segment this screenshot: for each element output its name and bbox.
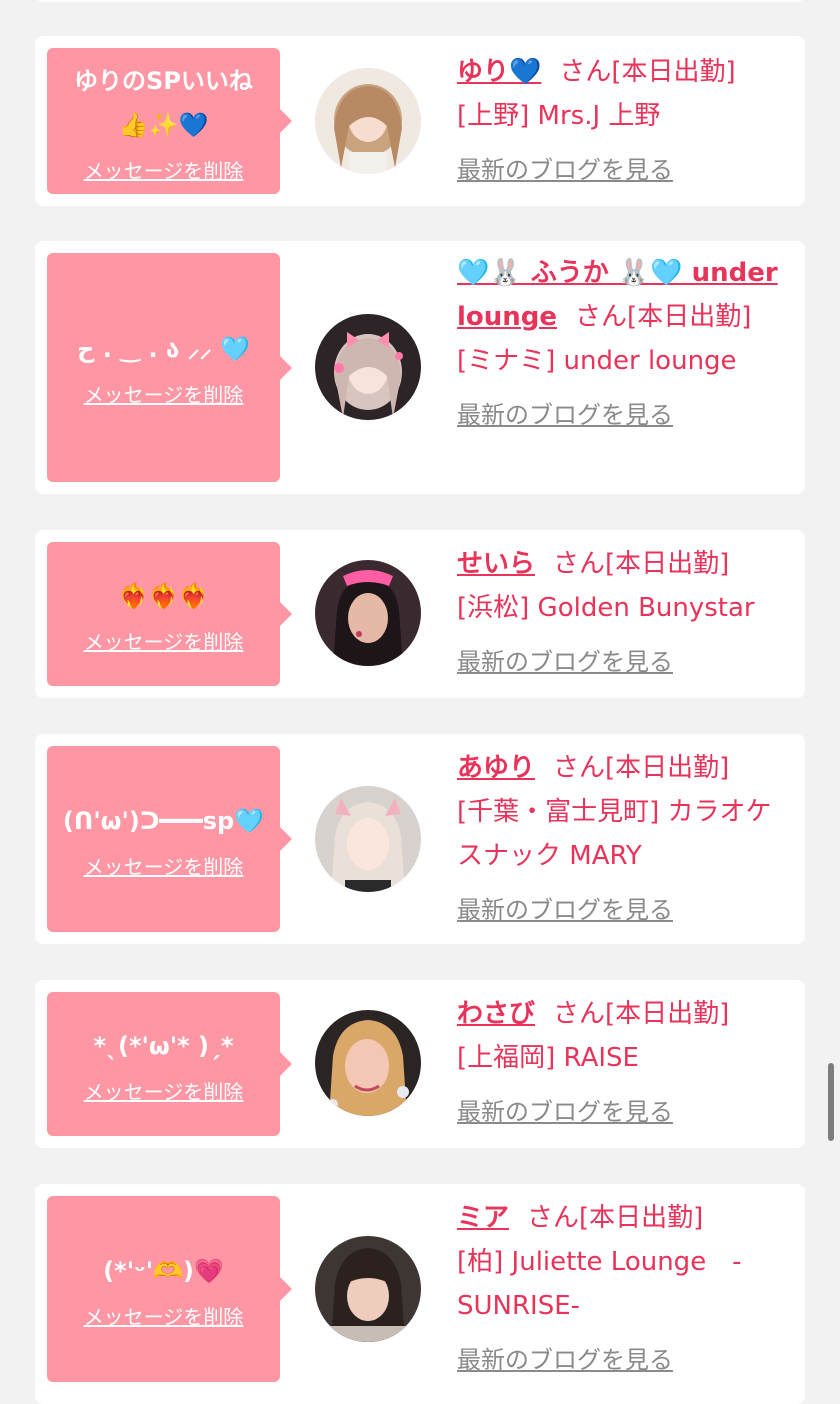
delete-message-link[interactable]: メッセージを削除 [84,1301,244,1330]
shop-text: [千葉・富士見町] カラオケスナック MARY [457,797,772,871]
message-bubble: (ᑎ'ω')ᑐ━━━sp🩵 メッセージを削除 [47,746,292,932]
cast-info: あゆり さん[本日出勤] [千葉・富士見町] カラオケスナック MARY 最新のブ… [457,746,785,932]
shop-text: [ミナミ] under lounge [457,346,737,376]
message-text: (ᑎ'ω')ᑐ━━━sp🩵 [62,806,265,835]
blog-link[interactable]: 最新のブログを見る [457,393,673,437]
blog-link[interactable]: 最新のブログを見る [457,888,673,932]
delete-message-link[interactable]: メッセージを削除 [84,379,244,408]
cast-info: 🩵🐰 ふうか 🐰🩵 under lounge さん[本日出勤] [ミナミ] und… [457,251,785,437]
scrollbar[interactable] [828,1063,834,1141]
cast-name-link[interactable]: せいら [457,549,535,579]
message-bubble: ح . ‿ . ა ⸝⸝ 🩵 メッセージを削除 [47,253,292,482]
status-text: さん[本日出勤] [559,57,736,87]
message-card: ❤️‍🔥❤️‍🔥❤️‍🔥 メッセージを削除 せいら さん[本日出勤] [浜松] G… [35,530,805,698]
message-card: ح . ‿ . ა ⸝⸝ 🩵 メッセージを削除 🩵🐰 ふうか 🐰🩵 under … [35,241,805,494]
message-bubble: ゆりのSPいいね 👍✨💙 メッセージを削除 [47,48,292,194]
status-text: さん[本日出勤] [553,549,730,579]
message-bubble: *ˎ(*'ω'* )ˏ* メッセージを削除 [47,992,292,1136]
cast-name-link[interactable]: ゆり💙 [457,57,541,87]
avatar[interactable] [315,560,421,666]
cast-info: せいら さん[本日出勤] [浜松] Golden Bunystar 最新のブログを… [457,542,785,684]
delete-message-link[interactable]: メッセージを削除 [84,1076,244,1105]
message-card: (*'ᵕ'🫶)💗 メッセージを削除 ミア さん[本日出勤] [柏] Juliett… [35,1184,805,1404]
status-text: さん[本日出勤] [553,999,730,1029]
shop-text: [上福岡] RAISE [457,1043,639,1073]
cast-info: わさび さん[本日出勤] [上福岡] RAISE 最新のブログを見る [457,992,785,1134]
message-bubble: ❤️‍🔥❤️‍🔥❤️‍🔥 メッセージを削除 [47,542,292,686]
message-text: ❤️‍🔥❤️‍🔥❤️‍🔥 [118,581,209,610]
status-text: さん[本日出勤] [527,1203,704,1233]
cast-name-link[interactable]: ミア [457,1203,509,1233]
shop-text: [上野] Mrs.J 上野 [457,101,661,131]
previous-card-edge [35,0,805,2]
avatar[interactable] [315,1010,421,1116]
message-text: (*'ᵕ'🫶)💗 [103,1256,224,1285]
avatar[interactable] [315,786,421,892]
blog-link[interactable]: 最新のブログを見る [457,640,673,684]
blog-link[interactable]: 最新のブログを見る [457,148,673,192]
status-text: さん[本日出勤] [553,753,730,783]
status-text: さん[本日出勤] [575,302,752,332]
avatar[interactable] [315,68,421,174]
message-card: *ˎ(*'ω'* )ˏ* メッセージを削除 わさび さん[本日出勤] [上福岡] … [35,980,805,1148]
cast-info: ミア さん[本日出勤] [柏] Juliette Lounge -SUNRISE-… [457,1196,785,1382]
message-text: ゆりのSPいいね 👍✨💙 [74,66,253,139]
cast-name-link[interactable]: わさび [457,999,535,1029]
delete-message-link[interactable]: メッセージを削除 [84,155,244,184]
cast-info: ゆり💙 さん[本日出勤] [上野] Mrs.J 上野 最新のブログを見る [457,50,785,192]
message-card: ゆりのSPいいね 👍✨💙 メッセージを削除 ゆり💙 さん[本日出勤] [上野] M… [35,36,805,206]
message-text: *ˎ(*'ω'* )ˏ* [93,1031,234,1060]
avatar[interactable] [315,1236,421,1342]
shop-text: [浜松] Golden Bunystar [457,593,755,623]
avatar[interactable] [315,314,421,420]
cast-name-link[interactable]: あゆり [457,753,535,783]
message-card: (ᑎ'ω')ᑐ━━━sp🩵 メッセージを削除 あゆり さん[本日出勤] [千葉・富… [35,734,805,944]
blog-link[interactable]: 最新のブログを見る [457,1090,673,1134]
delete-message-link[interactable]: メッセージを削除 [84,851,244,880]
message-bubble: (*'ᵕ'🫶)💗 メッセージを削除 [47,1196,292,1382]
shop-text: [柏] Juliette Lounge -SUNRISE- [457,1247,742,1321]
delete-message-link[interactable]: メッセージを削除 [84,626,244,655]
message-text: ح . ‿ . ა ⸝⸝ 🩵 [77,335,250,363]
blog-link[interactable]: 最新のブログを見る [457,1338,673,1382]
